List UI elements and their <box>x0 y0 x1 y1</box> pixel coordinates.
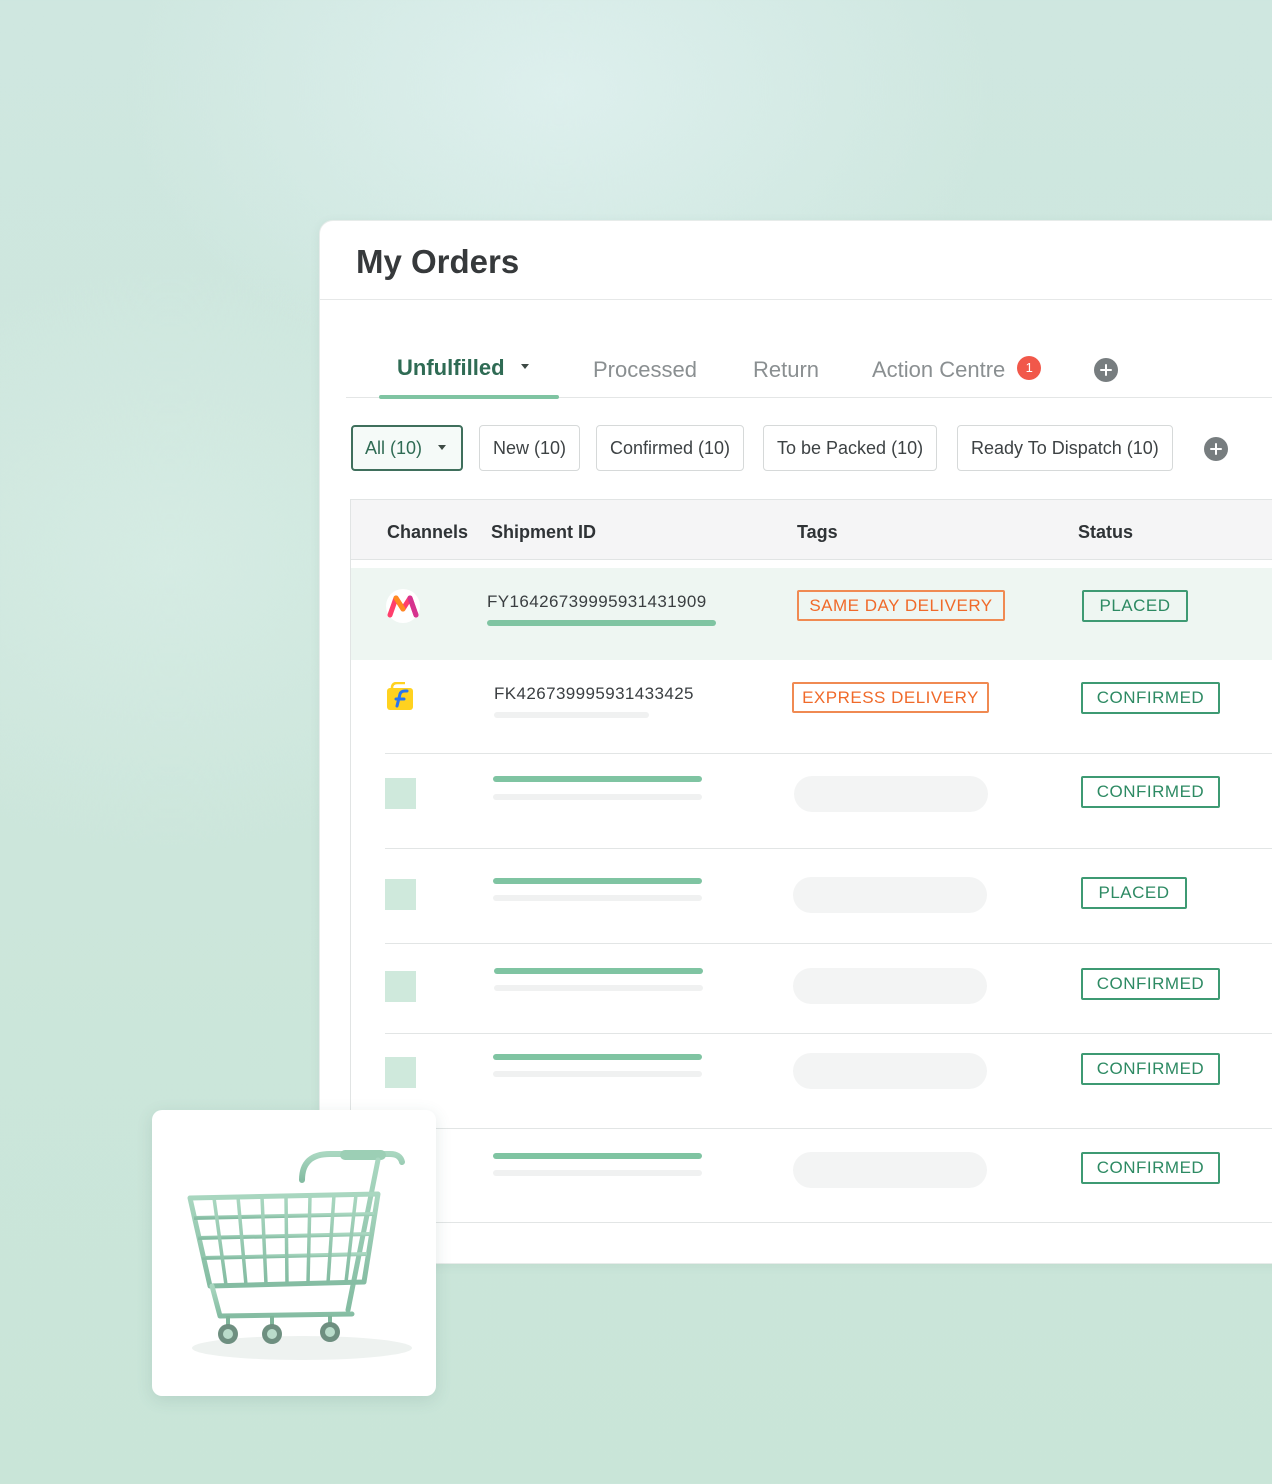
shopping-cart-icon <box>187 1150 412 1360</box>
skeleton-bar <box>493 776 702 782</box>
active-tab-indicator <box>379 395 559 399</box>
status-badge: PLACED <box>1082 590 1188 622</box>
skeleton-bar <box>493 1153 702 1159</box>
status-badge: CONFIRMED <box>1081 968 1220 1000</box>
tab-processed[interactable]: Processed <box>593 357 697 383</box>
skeleton-bar <box>493 794 702 800</box>
status-badge: PLACED <box>1081 877 1187 909</box>
row-divider <box>351 1222 1272 1223</box>
add-tab-plus-icon[interactable] <box>1094 358 1118 382</box>
page-title: My Orders <box>356 243 520 280</box>
shipment-id[interactable]: FK426739995931433425 <box>494 684 694 704</box>
tag-placeholder <box>793 877 987 913</box>
myntra-logo-icon <box>386 589 420 623</box>
skeleton-bar <box>494 985 703 991</box>
skeleton-bar <box>494 968 703 974</box>
tag-badge: SAME DAY DELIVERY <box>797 590 1005 621</box>
tab-label: Action Centre <box>872 357 1006 382</box>
table-row[interactable]: CONFIRMED <box>351 944 1272 1034</box>
column-shipment-id: Shipment ID <box>491 522 597 542</box>
tag-placeholder <box>793 1152 987 1188</box>
tag-placeholder <box>793 1053 987 1089</box>
table-row[interactable]: PLACED <box>351 849 1272 943</box>
skeleton-bar <box>493 1170 702 1176</box>
tab-unfulfilled[interactable]: Unfulfilled <box>397 355 529 381</box>
status-badge: CONFIRMED <box>1081 776 1220 808</box>
skeleton-bar <box>493 1054 702 1060</box>
filter-new[interactable]: New (10) <box>479 425 581 471</box>
shipment-id[interactable]: FY16426739995931431909 <box>487 592 707 612</box>
table-header: Channels Shipment ID Tags Status <box>351 500 1272 560</box>
table-row[interactable]: FY16426739995931431909 SAME DAY DELIVERY… <box>351 568 1272 660</box>
status-badge: CONFIRMED <box>1081 1053 1220 1085</box>
flipkart-logo-icon <box>387 682 413 710</box>
filter-confirmed[interactable]: Confirmed (10) <box>596 425 745 471</box>
tab-return[interactable]: Return <box>753 357 819 383</box>
skeleton-bar <box>493 895 702 901</box>
chip-label: All (10) <box>365 438 423 458</box>
filter-to-be-packed[interactable]: To be Packed (10) <box>763 425 938 471</box>
skeleton-bar <box>494 712 649 718</box>
shipment-id-highlight <box>487 620 716 626</box>
notification-badge: 1 <box>1017 356 1042 381</box>
table-row[interactable]: CONFIRMED <box>351 754 1272 848</box>
title-divider <box>320 299 1272 300</box>
column-status: Status <box>1078 522 1134 542</box>
filter-all[interactable]: All (10) <box>351 425 463 471</box>
filter-ready-to-dispatch[interactable]: Ready To Dispatch (10) <box>957 425 1173 471</box>
channel-placeholder <box>385 879 416 910</box>
tag-badge: EXPRESS DELIVERY <box>792 682 989 713</box>
status-badge: CONFIRMED <box>1081 1152 1220 1184</box>
tag-placeholder <box>793 968 987 1004</box>
channel-placeholder <box>385 971 416 1002</box>
table-row[interactable]: CONFIRMED <box>351 1129 1272 1222</box>
column-tags: Tags <box>797 522 838 542</box>
status-badge: CONFIRMED <box>1081 682 1220 714</box>
skeleton-bar <box>493 1071 702 1077</box>
channel-placeholder <box>385 1057 416 1088</box>
tab-label: Unfulfilled <box>397 355 505 380</box>
table-row[interactable]: FK426739995931433425 EXPRESS DELIVERY CO… <box>351 660 1272 752</box>
channel-placeholder <box>385 778 416 809</box>
table-row[interactable]: CONFIRMED <box>351 1034 1272 1128</box>
column-channels: Channels <box>387 522 469 542</box>
tag-placeholder <box>794 776 988 812</box>
orders-table: Channels Shipment ID Tags Status FY16426… <box>350 499 1272 1224</box>
skeleton-bar <box>493 878 702 884</box>
add-filter-plus-icon[interactable] <box>1204 437 1228 461</box>
chevron-down-icon <box>520 363 529 369</box>
orders-panel: My Orders Unfulfilled Processed Return A… <box>319 220 1272 1264</box>
tab-action-centre[interactable]: Action Centre 1 <box>872 356 1042 383</box>
chevron-down-icon <box>438 444 447 450</box>
cart-illustration-card <box>152 1110 436 1396</box>
